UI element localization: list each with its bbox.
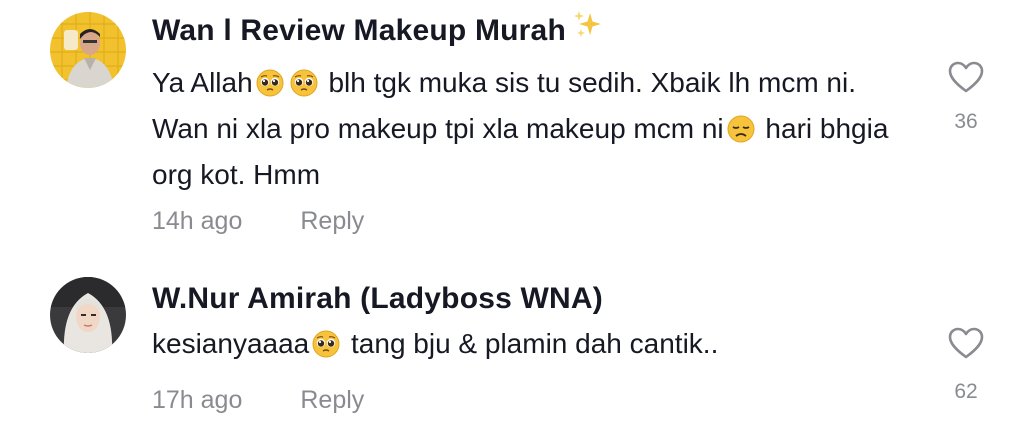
comment-item: Wan l Review Makeup Murah Ya Allah blh t… bbox=[0, 0, 1010, 260]
username[interactable]: Wan l Review Makeup Murah bbox=[152, 9, 604, 52]
comment-text: kesianyaaaa tang bju & plamin dah cantik… bbox=[152, 326, 719, 359]
comment-text: Ya Allah blh tgk muka sis tu sedih. Xbai… bbox=[152, 65, 889, 190]
disappointed-face-emoji bbox=[727, 111, 755, 143]
pleading-face-emoji bbox=[290, 65, 318, 97]
username[interactable]: W.Nur Amirah (Ladyboss WNA) bbox=[152, 282, 603, 316]
like-count: 62 bbox=[954, 380, 978, 403]
reply-button[interactable]: Reply bbox=[300, 207, 364, 235]
like-button[interactable]: 62 bbox=[944, 326, 988, 404]
avatar[interactable] bbox=[50, 277, 126, 353]
pleading-face-emoji bbox=[312, 326, 340, 358]
comment-meta: 14h ago Reply bbox=[152, 207, 364, 236]
heart-outline-icon[interactable] bbox=[947, 326, 985, 360]
heart-outline-icon[interactable] bbox=[947, 60, 985, 94]
timestamp: 14h ago bbox=[152, 207, 243, 235]
pleading-face-emoji bbox=[256, 65, 284, 97]
reply-button[interactable]: Reply bbox=[300, 386, 364, 414]
comment-item: W.Nur Amirah (Ladyboss WNA) kesianyaaaa … bbox=[0, 260, 1010, 430]
like-count: 36 bbox=[954, 110, 978, 133]
avatar[interactable] bbox=[50, 12, 126, 88]
timestamp: 17h ago bbox=[152, 386, 243, 414]
sparkles-emoji bbox=[572, 9, 604, 49]
comment-meta: 17h ago Reply bbox=[152, 386, 364, 415]
like-button[interactable]: 36 bbox=[944, 60, 988, 134]
